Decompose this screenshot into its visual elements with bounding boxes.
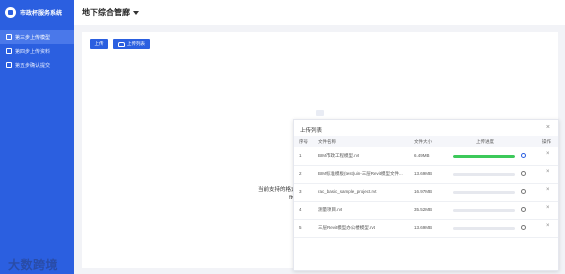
upload-button[interactable]: 上传 [90, 39, 108, 49]
file-name: rac_basic_sample_project.rvt [318, 189, 377, 194]
progress-bar [453, 173, 515, 176]
progress-fill [453, 155, 515, 158]
row-index: 2 [299, 171, 302, 176]
project-selector[interactable]: 地下综合管廊 [82, 7, 139, 18]
clock-icon [521, 189, 526, 194]
file-size: 6.49MB [414, 153, 430, 158]
clock-icon [521, 207, 526, 212]
close-icon[interactable]: × [546, 124, 550, 131]
file-size: 13.69MB [414, 171, 433, 176]
submit-icon [6, 62, 12, 68]
delete-icon[interactable]: × [546, 223, 550, 229]
dialog-title: 上传列表 [300, 128, 323, 134]
column-header: 文件大小 [414, 139, 432, 144]
cloud-upload-icon [118, 41, 125, 47]
row-index: 3 [299, 189, 302, 194]
supported-formats-value: ftv_ [228, 194, 298, 202]
delete-icon[interactable]: × [546, 187, 550, 193]
file-size: 16.97MB [414, 189, 433, 194]
page-title: 地下综合管廊 [82, 8, 130, 17]
upload-list-dialog: 上传列表 × 序号 文件名称 文件大小 上传进度 操作 1 BIM市政工程模型.r… [293, 119, 559, 271]
delete-icon[interactable]: × [546, 151, 550, 157]
column-header: 上传进度 [476, 139, 494, 144]
row-index: 5 [299, 225, 302, 230]
table-row: 5 三层Revit模型办公楼模型.rvt 13.69MB × [294, 220, 558, 238]
progress-bar [453, 155, 515, 158]
sidebar-item-label: 第五步确认提交 [15, 62, 51, 69]
caret-down-icon [133, 10, 139, 15]
model-icon [6, 34, 12, 40]
delete-icon[interactable]: × [546, 205, 550, 211]
table-header: 序号 文件名称 文件大小 上传进度 操作 [294, 136, 558, 147]
sidebar-item-upload-docs[interactable]: 第四步上传资料 [0, 44, 74, 58]
column-header: 文件名称 [318, 139, 336, 144]
delete-icon[interactable]: × [546, 169, 550, 175]
file-name: 测量项目.rvt [318, 207, 343, 212]
supported-formats: 当前支持的格式: ftv_ [228, 186, 298, 202]
table-row: 2 BIM标准模板(test)uin-三层Revit模型文件... 13.69MB × [294, 166, 558, 184]
progress-bar [453, 209, 515, 212]
sidebar-item-upload-model[interactable]: 第三步上传模型 [0, 30, 74, 44]
document-icon [6, 48, 12, 54]
watermark: 大数跨境 [8, 258, 59, 272]
check-icon [521, 153, 526, 158]
app-logo-area: 市政杯服务系统 [0, 0, 74, 25]
file-name: BIM标准模板(test)uin-三层Revit模型文件... [318, 171, 403, 176]
file-name: 三层Revit模型办公楼模型.rvt [318, 225, 376, 230]
app-logo-icon [5, 7, 16, 18]
clock-icon [521, 225, 526, 230]
sidebar-item-confirm-submit[interactable]: 第五步确认提交 [0, 58, 74, 72]
upload-placeholder-icon [316, 110, 324, 116]
upload-list-button[interactable]: 上传列表 [113, 39, 150, 49]
table-row: 1 BIM市政工程模型.rvt 6.49MB × [294, 148, 558, 166]
progress-bar [453, 227, 515, 230]
sidebar-item-label: 第三步上传模型 [15, 34, 51, 41]
sidebar-item-label: 第四步上传资料 [15, 48, 51, 55]
upload-button-label: 上传 [94, 41, 104, 46]
upload-list-button-label: 上传列表 [127, 41, 145, 46]
sidebar: 第三步上传模型 第四步上传资料 第五步确认提交 [0, 25, 74, 274]
column-header: 操作 [542, 139, 551, 144]
file-size: 13.69MB [414, 225, 433, 230]
column-header: 序号 [299, 139, 308, 144]
app-title: 市政杯服务系统 [20, 11, 63, 17]
file-name: BIM市政工程模型.rvt [318, 153, 360, 158]
table-row: 4 测量项目.rvt 35.52MB × [294, 202, 558, 220]
row-index: 4 [299, 207, 302, 212]
supported-formats-label: 当前支持的格式: [257, 187, 298, 193]
row-index: 1 [299, 153, 302, 158]
progress-bar [453, 191, 515, 194]
clock-icon [521, 171, 526, 176]
file-size: 35.52MB [414, 207, 433, 212]
table-row: 3 rac_basic_sample_project.rvt 16.97MB × [294, 184, 558, 202]
